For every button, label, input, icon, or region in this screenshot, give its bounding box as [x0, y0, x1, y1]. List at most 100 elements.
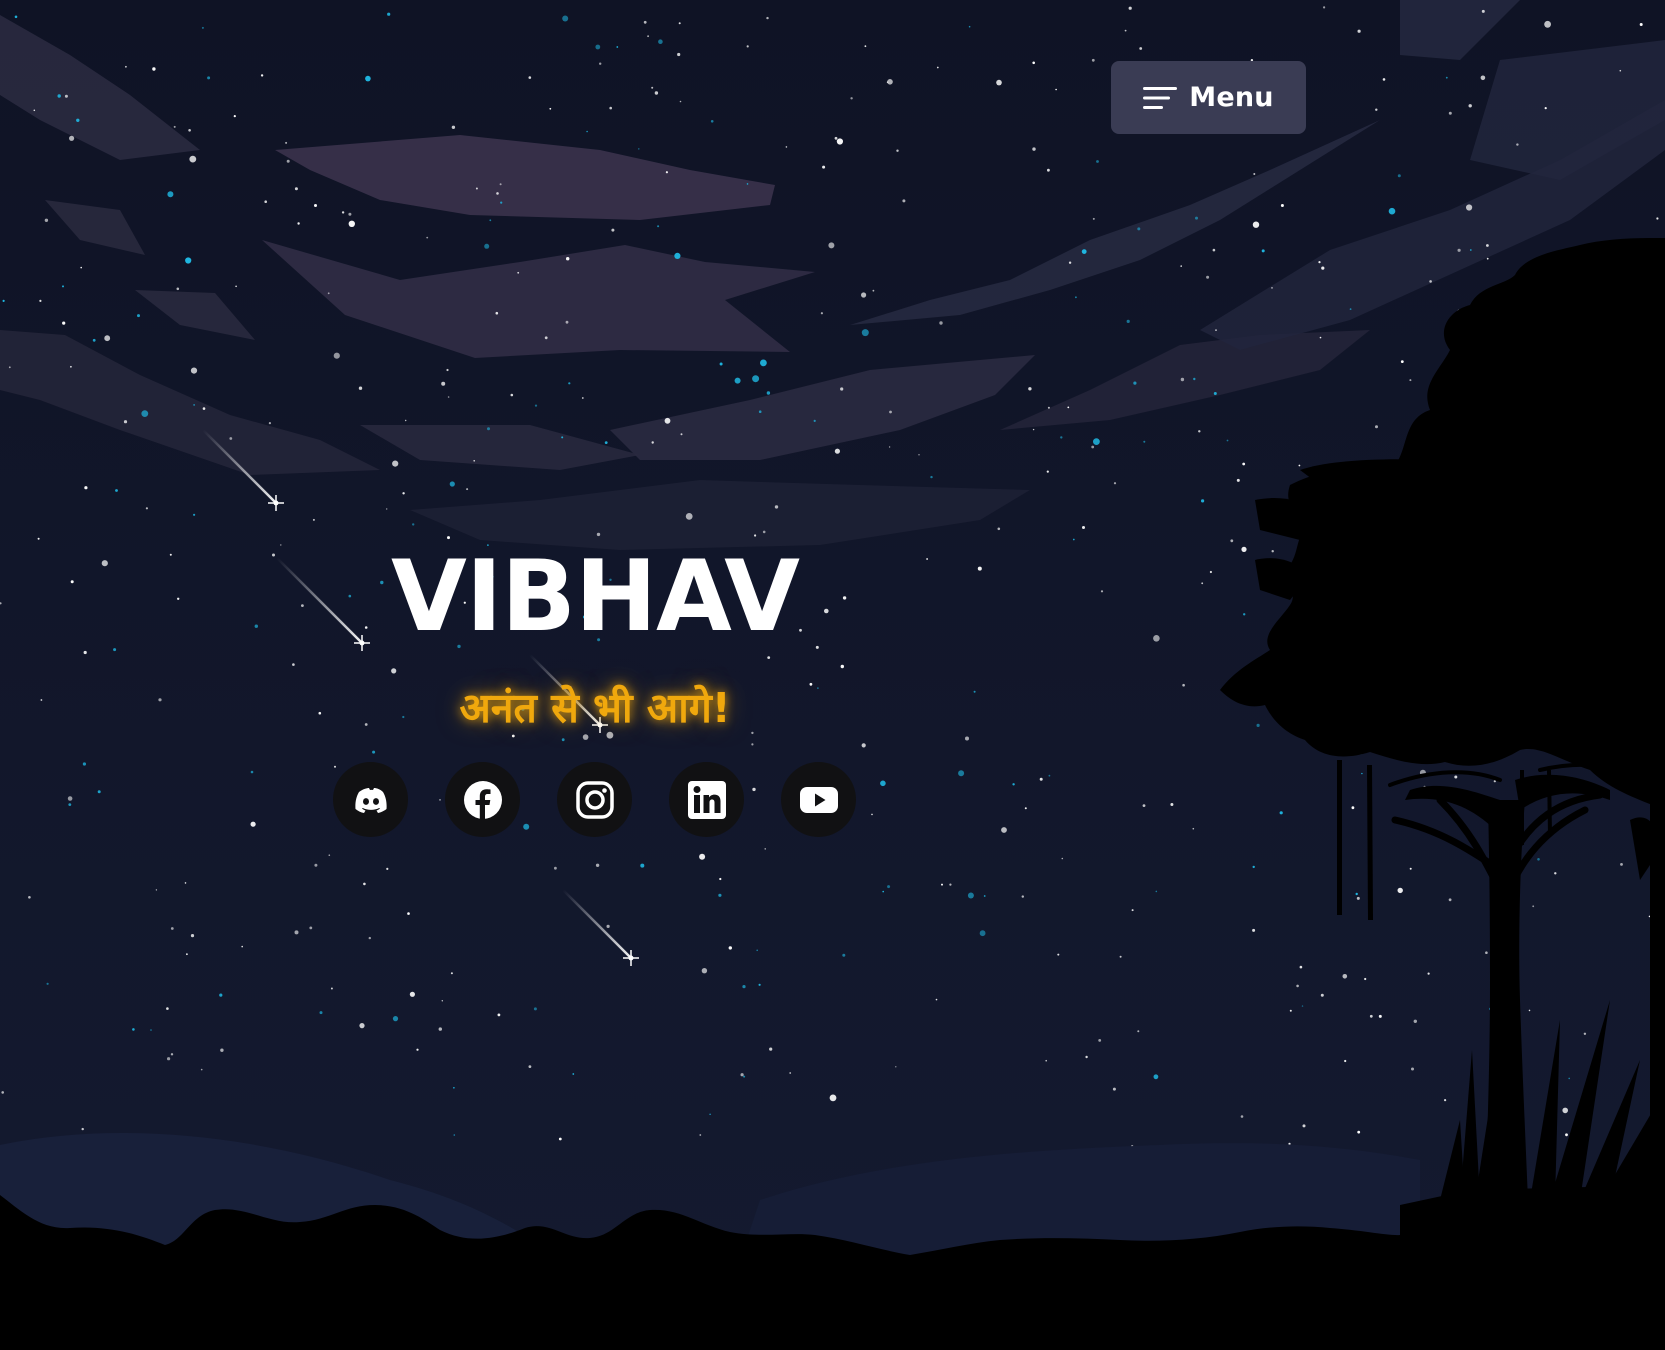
star [1137, 1030, 1140, 1033]
star [1153, 1074, 1159, 1080]
star [1230, 539, 1234, 543]
star [638, 148, 640, 150]
star [1252, 221, 1260, 228]
star [1143, 440, 1146, 443]
star [1155, 890, 1158, 893]
star [1226, 439, 1229, 442]
instagram-link[interactable] [557, 762, 632, 837]
star [1213, 392, 1217, 395]
star [751, 731, 754, 735]
star [280, 544, 282, 546]
star [1271, 550, 1274, 553]
star [1243, 613, 1246, 616]
star [1302, 1124, 1306, 1128]
star [1261, 249, 1265, 253]
star [1046, 470, 1049, 473]
star [113, 648, 117, 652]
star [829, 1094, 837, 1102]
star [699, 1134, 702, 1136]
star [233, 115, 236, 118]
star [46, 982, 49, 985]
linkedin-link[interactable] [669, 762, 744, 837]
star [1411, 1067, 1414, 1071]
star [202, 407, 206, 410]
star [654, 91, 659, 95]
star [1364, 977, 1367, 981]
star [958, 770, 965, 777]
star [28, 896, 31, 899]
star [609, 106, 612, 110]
star [549, 107, 552, 110]
star [495, 311, 499, 315]
star [769, 1047, 773, 1051]
star [1067, 406, 1070, 409]
star [446, 368, 449, 372]
star [1100, 590, 1104, 593]
star [1516, 143, 1519, 146]
menu-button[interactable]: Menu [1111, 61, 1306, 134]
star [1409, 867, 1412, 870]
star [14, 15, 18, 19]
star [466, 488, 469, 491]
star [701, 968, 708, 974]
star [606, 731, 614, 739]
star [314, 863, 318, 867]
star [167, 1057, 171, 1061]
star [651, 441, 654, 444]
star [1397, 174, 1401, 178]
star [359, 1023, 365, 1029]
star [871, 813, 873, 816]
youtube-link[interactable] [781, 762, 856, 837]
star [123, 420, 128, 424]
star [677, 52, 681, 57]
star [834, 136, 838, 140]
star [1012, 783, 1015, 786]
star [1131, 909, 1134, 912]
star [312, 518, 315, 521]
star [674, 252, 681, 259]
star [1192, 827, 1195, 830]
star [169, 553, 172, 556]
star [104, 335, 111, 342]
star [499, 183, 502, 186]
star [1400, 360, 1404, 363]
star [665, 171, 669, 174]
star [1082, 526, 1085, 529]
star [301, 604, 304, 607]
star [1, 1091, 4, 1094]
facebook-link[interactable] [445, 762, 520, 837]
star [92, 338, 96, 342]
star [1298, 464, 1301, 467]
star [1075, 296, 1077, 299]
star [965, 736, 969, 741]
star [1198, 430, 1201, 433]
star [751, 743, 754, 746]
hamburger-icon [1143, 86, 1178, 109]
star [651, 86, 654, 89]
discord-link[interactable] [333, 762, 408, 837]
star [1045, 1059, 1047, 1062]
star [1113, 482, 1117, 485]
star [1448, 898, 1452, 902]
star [1047, 406, 1050, 409]
facebook-icon [463, 780, 502, 819]
star [170, 927, 174, 930]
star [1060, 436, 1063, 439]
star [447, 396, 450, 398]
star [1001, 827, 1007, 833]
star [939, 321, 943, 325]
star [40, 699, 43, 701]
star [1240, 1115, 1244, 1118]
star [250, 821, 256, 827]
star [450, 972, 453, 975]
star [1081, 249, 1087, 255]
star [554, 866, 557, 870]
star [185, 257, 192, 264]
star [1098, 1039, 1102, 1042]
star [1357, 29, 1361, 33]
tagline: अनंत से भी आगे! [459, 684, 731, 732]
star [1039, 777, 1043, 781]
star [889, 410, 892, 414]
star [1537, 858, 1540, 861]
star [973, 690, 976, 693]
